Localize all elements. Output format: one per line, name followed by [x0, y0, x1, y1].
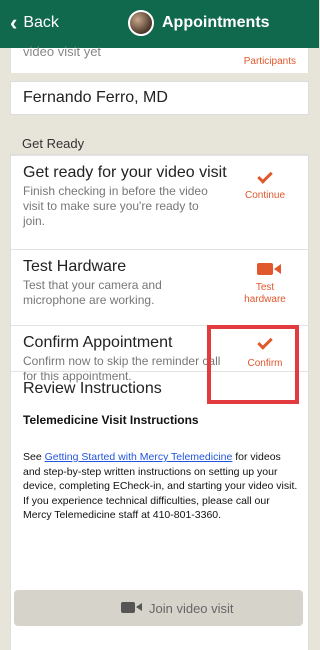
continue-label: Continue: [244, 190, 286, 201]
instructions-title: Review Instructions: [23, 380, 162, 397]
instructions-body: See Getting Started with Mercy Telemedic…: [23, 450, 299, 523]
test-hardware-label: Test hardware: [244, 282, 286, 305]
check-icon: [257, 168, 273, 184]
avatar: [128, 10, 154, 36]
body-text: See: [23, 451, 45, 463]
list-item-get-ready[interactable]: Get ready for your video visit Finish ch…: [11, 155, 310, 228]
join-video-visit-button[interactable]: Join video visit: [14, 590, 303, 626]
video-camera-icon: [257, 263, 281, 275]
previous-item-strip: video visit yet Participants: [10, 44, 309, 73]
page-title: Appointments: [162, 14, 270, 31]
item-title: Test Hardware: [23, 258, 127, 275]
section-header: Get Ready: [10, 126, 309, 154]
getting-started-link[interactable]: Getting Started with Mercy Telemedicine: [45, 451, 233, 463]
provider-row: Fernando Ferro, MD: [10, 81, 309, 115]
item-description: Test that your camera and microphone are…: [23, 278, 162, 307]
instructions-subtitle: Telemedicine Visit Instructions: [23, 413, 199, 427]
highlight-box: [207, 325, 299, 404]
item-title: Confirm Appointment: [23, 334, 173, 351]
app-header: ‹ Back Appointments: [0, 0, 319, 48]
back-label: Back: [23, 14, 59, 31]
home-indicator: [110, 644, 210, 650]
item-description: Finish checking in before the video visi…: [23, 184, 208, 228]
truncated-text: video visit yet: [23, 44, 102, 59]
list-item-test-hardware[interactable]: Test Hardware Test that your camera and …: [11, 249, 310, 325]
chevron-left-icon: ‹: [10, 10, 18, 35]
item-title: Get ready for your video visit: [23, 164, 227, 181]
join-label: Join video visit: [149, 601, 234, 616]
test-hardware-button[interactable]: Test hardware: [220, 258, 310, 306]
continue-button[interactable]: Continue: [220, 168, 310, 201]
participants-link[interactable]: Participants: [244, 56, 296, 67]
section-title: Get Ready: [22, 136, 85, 151]
provider-name: Fernando Ferro, MD: [23, 89, 168, 106]
video-camera-icon: [121, 602, 142, 613]
header-title-group: Appointments: [128, 10, 270, 36]
back-button[interactable]: ‹ Back: [10, 10, 59, 35]
